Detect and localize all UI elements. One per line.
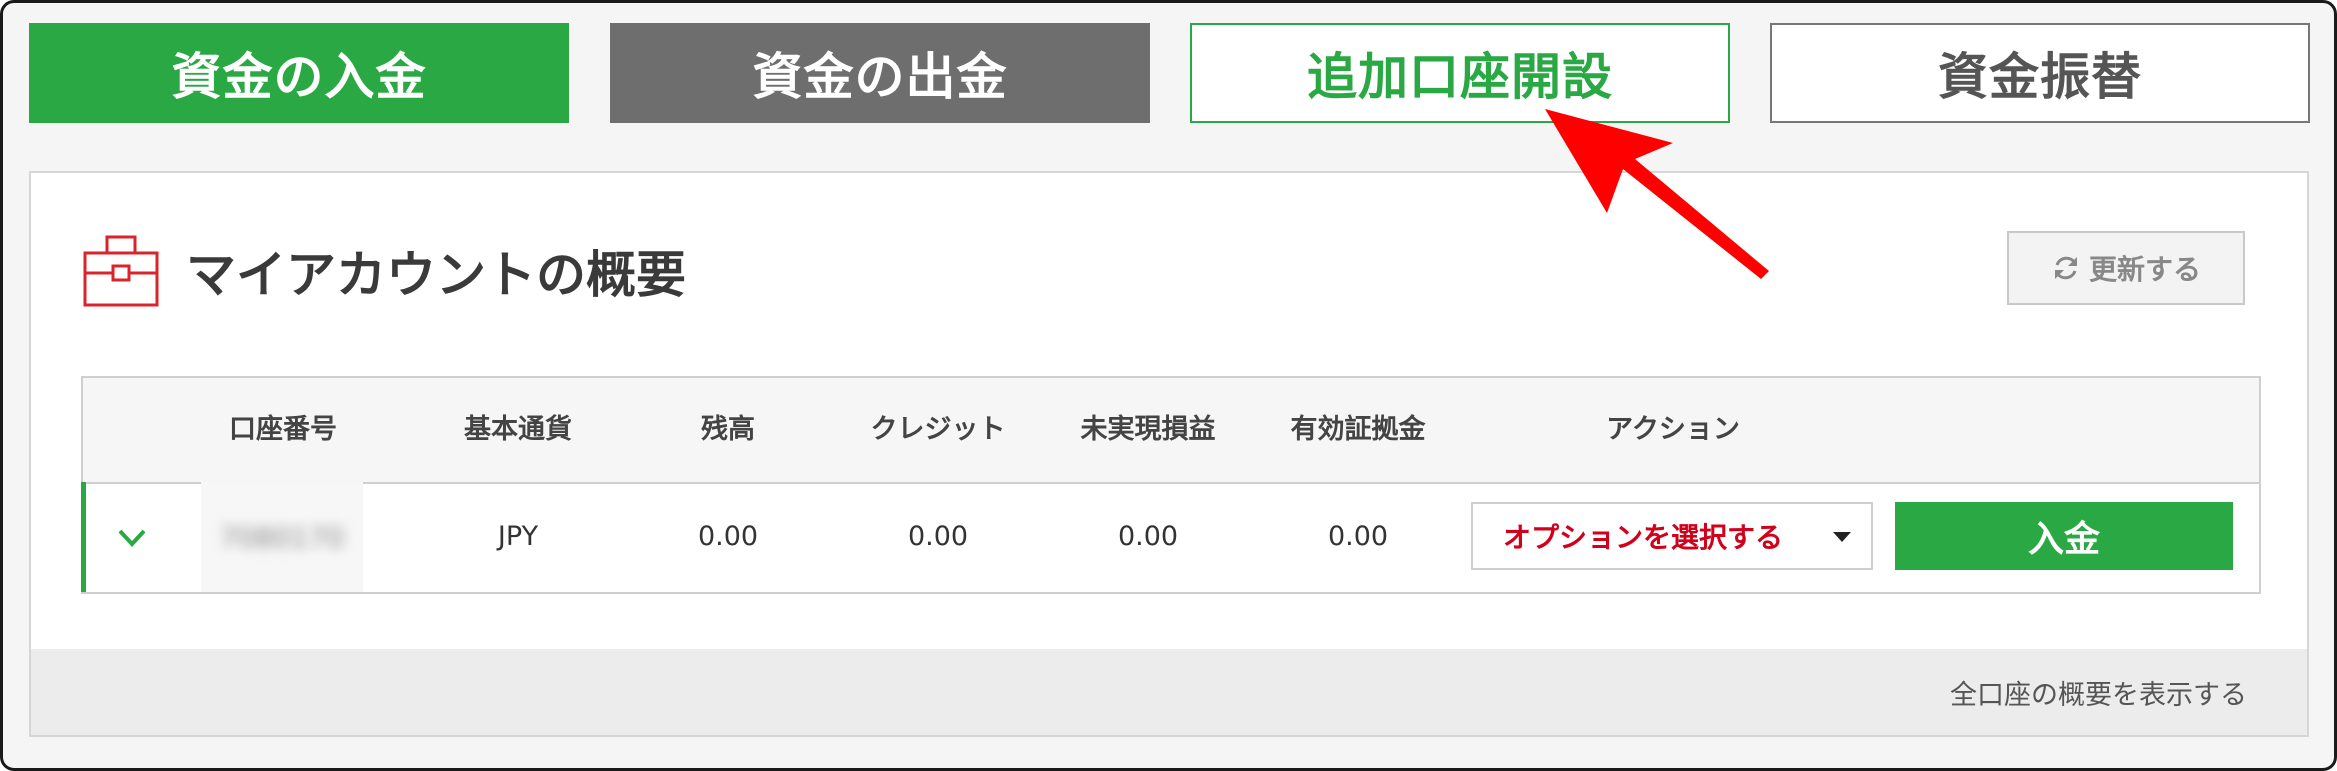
account-overview-panel: マイアカウントの概要 更新する 口座番号 基本通貨 残高 クレジット 未実現損益… bbox=[29, 171, 2309, 737]
page-title: マイアカウントの概要 bbox=[186, 246, 686, 304]
header-account-number: 口座番号 bbox=[229, 414, 337, 445]
header-credit: クレジット bbox=[870, 414, 1006, 445]
row-active-stripe bbox=[81, 482, 86, 592]
table-row: 7080170 JPY 0.00 0.00 0.00 0.00 オプションを選択… bbox=[81, 482, 2259, 592]
account-number-cell: 7080170 bbox=[201, 482, 363, 592]
refresh-button[interactable]: 更新する bbox=[2007, 231, 2245, 305]
chevron-down-icon[interactable] bbox=[115, 520, 149, 554]
caret-down-icon bbox=[1833, 532, 1851, 542]
action-select[interactable]: オプションを選択する bbox=[1471, 502, 1873, 570]
credit-cell: 0.00 bbox=[907, 521, 969, 552]
panel-footer: 全口座の概要を表示する bbox=[31, 649, 2307, 735]
tab-withdraw-funds[interactable]: 資金の出金 bbox=[610, 23, 1150, 123]
accounts-table: 口座番号 基本通貨 残高 クレジット 未実現損益 有効証拠金 アクション 708… bbox=[81, 376, 2261, 594]
account-number-value: 7080170 bbox=[219, 520, 345, 554]
header-balance: 残高 bbox=[701, 414, 755, 445]
base-currency-cell: JPY bbox=[497, 521, 539, 552]
screenshot-frame: 資金の入金 資金の出金 追加口座開設 資金振替 マイアカウントの概要 更新する … bbox=[0, 0, 2337, 771]
refresh-label: 更新する bbox=[2088, 253, 2201, 286]
balance-cell: 0.00 bbox=[697, 521, 759, 552]
unrealized-pl-cell: 0.00 bbox=[1117, 521, 1179, 552]
header-margin: 有効証拠金 bbox=[1290, 414, 1426, 445]
header-action: アクション bbox=[1606, 414, 1740, 445]
tab-transfer-funds[interactable]: 資金振替 bbox=[1770, 23, 2310, 123]
table-header: 口座番号 基本通貨 残高 クレジット 未実現損益 有効証拠金 アクション bbox=[83, 378, 2259, 484]
briefcase-icon bbox=[83, 235, 159, 307]
deposit-button[interactable]: 入金 bbox=[1895, 502, 2233, 570]
refresh-icon bbox=[2054, 256, 2077, 280]
show-all-accounts-link[interactable]: 全口座の概要を表示する bbox=[1950, 649, 2247, 735]
tab-deposit-funds[interactable]: 資金の入金 bbox=[29, 23, 569, 123]
header-base-currency: 基本通貨 bbox=[464, 414, 572, 445]
tab-open-additional-account[interactable]: 追加口座開設 bbox=[1190, 23, 1730, 123]
margin-cell: 0.00 bbox=[1327, 521, 1389, 552]
action-select-label: オプションを選択する bbox=[1503, 521, 1784, 554]
header-unrealized-pl: 未実現損益 bbox=[1080, 414, 1216, 445]
